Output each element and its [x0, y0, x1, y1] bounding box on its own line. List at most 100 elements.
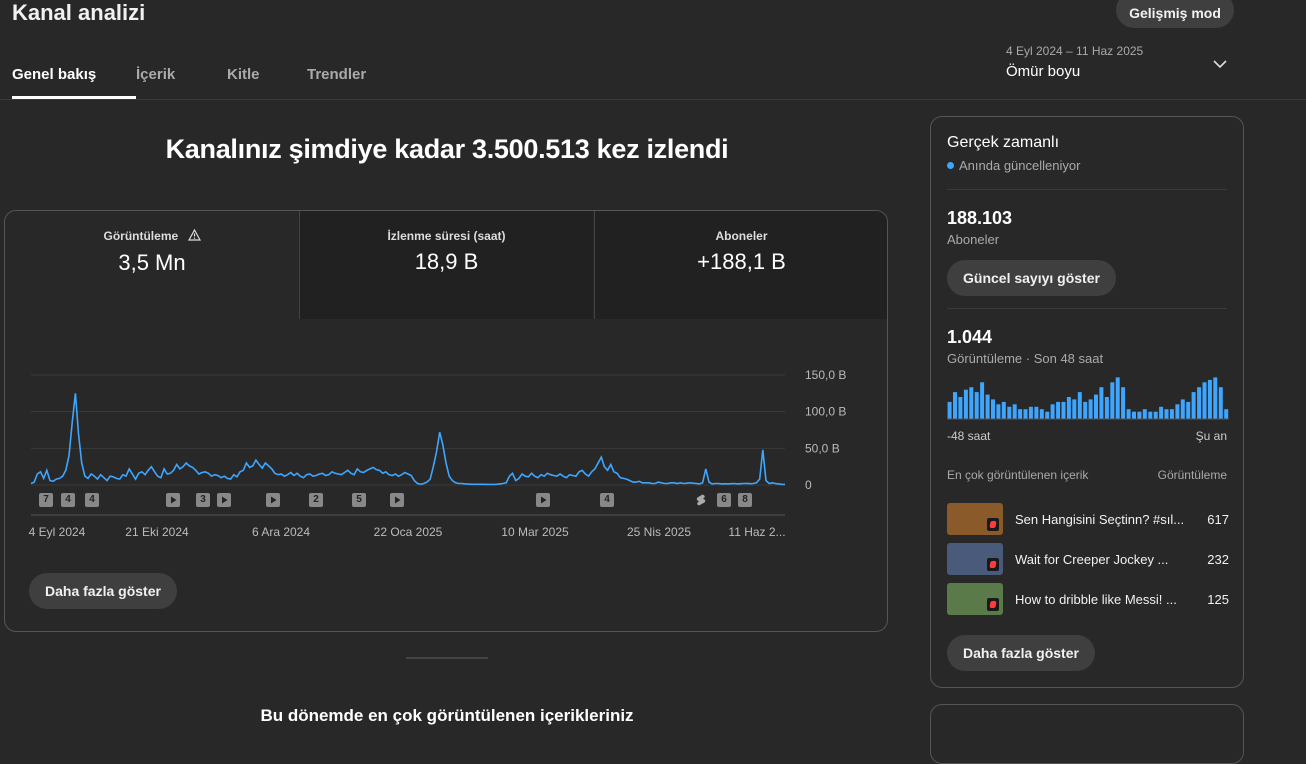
video-count-marker[interactable]: 4 — [600, 493, 614, 507]
advanced-mode-button[interactable]: Gelişmiş mod — [1116, 0, 1234, 28]
video-marker-play-icon[interactable] — [266, 493, 280, 507]
realtime-bar[interactable] — [1137, 411, 1142, 419]
realtime-bar[interactable] — [947, 401, 952, 419]
video-views: 125 — [1207, 591, 1229, 607]
show-more-button[interactable]: Daha fazla göster — [29, 573, 177, 609]
realtime-bar[interactable] — [1126, 409, 1131, 419]
realtime-bar[interactable] — [1191, 392, 1196, 419]
realtime-bar[interactable] — [974, 392, 979, 419]
realtime-bar[interactable] — [1039, 409, 1044, 419]
realtime-bar[interactable] — [969, 387, 974, 419]
realtime-bar[interactable] — [1077, 392, 1082, 419]
chart-markers: 744325468 — [5, 211, 887, 631]
realtime-bar[interactable] — [1083, 401, 1088, 419]
realtime-bar[interactable] — [1018, 409, 1023, 419]
realtime-subscriber-label: Aboneler — [947, 232, 1000, 247]
realtime-bar[interactable] — [1207, 379, 1212, 419]
video-thumbnail — [947, 583, 1003, 615]
realtime-bar[interactable] — [1213, 377, 1218, 419]
realtime-bar[interactable] — [1159, 406, 1164, 419]
video-count-marker[interactable]: 8 — [738, 493, 752, 507]
realtime-bar[interactable] — [1034, 406, 1039, 419]
realtime-bar[interactable] — [1132, 411, 1136, 419]
top-content-heading: Bu dönemde en çok görüntülenen içerikler… — [260, 706, 634, 725]
realtime-bar[interactable] — [1224, 409, 1229, 419]
date-period-label[interactable]: Ömür boyu — [1006, 63, 1080, 80]
realtime-bar[interactable] — [1012, 404, 1017, 419]
video-count-marker[interactable]: 4 — [61, 493, 75, 507]
realtime-bar[interactable] — [1197, 387, 1202, 419]
realtime-bar[interactable] — [1180, 399, 1185, 419]
realtime-axis-start: -48 saat — [947, 429, 991, 443]
realtime-bar[interactable] — [1007, 406, 1012, 419]
realtime-bar[interactable] — [1056, 401, 1061, 419]
video-title: Wait for Creeper Jockey ... — [1015, 551, 1169, 567]
shorts-icon — [987, 518, 999, 531]
realtime-bar[interactable] — [963, 389, 968, 419]
realtime-bar[interactable] — [1066, 397, 1071, 419]
video-count-marker[interactable]: 6 — [717, 493, 731, 507]
realtime-bar[interactable] — [1115, 377, 1120, 419]
realtime-bar[interactable] — [985, 394, 990, 419]
metrics-card: Görüntüleme 3,5 Mn İzlenme süresi (saat)… — [4, 210, 888, 632]
realtime-views-label: Görüntüleme · Son 48 saat — [947, 351, 1104, 366]
video-count-marker[interactable]: 4 — [85, 493, 99, 507]
realtime-axis-end: Şu an — [1195, 429, 1227, 443]
realtime-bar[interactable] — [1169, 409, 1174, 419]
realtime-bar[interactable] — [1088, 399, 1093, 419]
video-marker-play-icon[interactable] — [217, 493, 231, 507]
tab-overview[interactable]: Genel bakış — [12, 66, 136, 99]
realtime-bar[interactable] — [991, 399, 995, 419]
date-range[interactable]: 4 Eyl 2024 – 11 Haz 2025 — [1006, 44, 1143, 58]
realtime-bar[interactable] — [1186, 401, 1191, 419]
video-count-marker[interactable]: 5 — [352, 493, 366, 507]
realtime-bar[interactable] — [1001, 401, 1006, 419]
realtime-bar[interactable] — [1061, 401, 1066, 419]
realtime-bar[interactable] — [1142, 409, 1147, 419]
video-marker-play-icon[interactable] — [166, 493, 180, 507]
video-marker-play-icon[interactable] — [390, 493, 404, 507]
section-divider — [406, 657, 488, 659]
realtime-bar[interactable] — [1104, 397, 1109, 419]
realtime-bar[interactable] — [1028, 406, 1033, 419]
shorts-icon — [987, 598, 999, 611]
realtime-bar[interactable] — [996, 404, 1001, 419]
top-content-label: En çok görüntülenen içerik — [947, 468, 1089, 482]
lifetime-views-headline: Kanalınız şimdiye kadar 3.500.513 kez iz… — [165, 134, 729, 164]
tab-audience[interactable]: Kitle — [227, 66, 307, 99]
tab-trends[interactable]: Trendler — [307, 66, 387, 99]
top-content-item[interactable]: Wait for Creeper Jockey ... 232 — [947, 542, 1229, 576]
video-thumbnail — [947, 503, 1003, 535]
video-count-marker[interactable]: 7 — [39, 493, 53, 507]
realtime-bar[interactable] — [1050, 404, 1055, 419]
realtime-bar[interactable] — [953, 392, 957, 419]
realtime-bar[interactable] — [1164, 409, 1169, 419]
tab-bar: Genel bakış İçerik Kitle Trendler — [12, 66, 387, 99]
top-content-item[interactable]: How to dribble like Messi! ... 125 — [947, 582, 1229, 616]
shorts-marker-icon[interactable] — [694, 493, 708, 507]
realtime-bar[interactable] — [1218, 387, 1223, 419]
realtime-bar[interactable] — [1110, 382, 1115, 419]
realtime-bar[interactable] — [1175, 404, 1180, 419]
video-count-marker[interactable]: 3 — [196, 493, 210, 507]
realtime-bar[interactable] — [980, 382, 985, 419]
video-marker-play-icon[interactable] — [536, 493, 550, 507]
shorts-icon — [987, 558, 999, 571]
realtime-bar[interactable] — [1148, 411, 1153, 419]
video-count-marker[interactable]: 2 — [309, 493, 323, 507]
realtime-bar[interactable] — [1023, 409, 1028, 419]
chevron-down-icon[interactable] — [1212, 56, 1228, 77]
realtime-bar[interactable] — [1153, 411, 1158, 419]
top-content-item[interactable]: Sen Hangisini Seçtinn? #sıl... 617 — [947, 502, 1229, 536]
realtime-bar[interactable] — [958, 397, 963, 419]
realtime-bar[interactable] — [1099, 387, 1104, 419]
realtime-bar[interactable] — [1045, 411, 1050, 419]
tab-content[interactable]: İçerik — [136, 66, 227, 99]
realtime-show-more-button[interactable]: Daha fazla göster — [947, 635, 1095, 671]
realtime-bar[interactable] — [1121, 387, 1126, 419]
divider — [947, 308, 1227, 309]
realtime-bar[interactable] — [1072, 399, 1077, 419]
realtime-bar[interactable] — [1094, 394, 1098, 419]
realtime-bar[interactable] — [1202, 382, 1207, 419]
show-current-count-button[interactable]: Güncel sayıyı göster — [947, 260, 1116, 296]
